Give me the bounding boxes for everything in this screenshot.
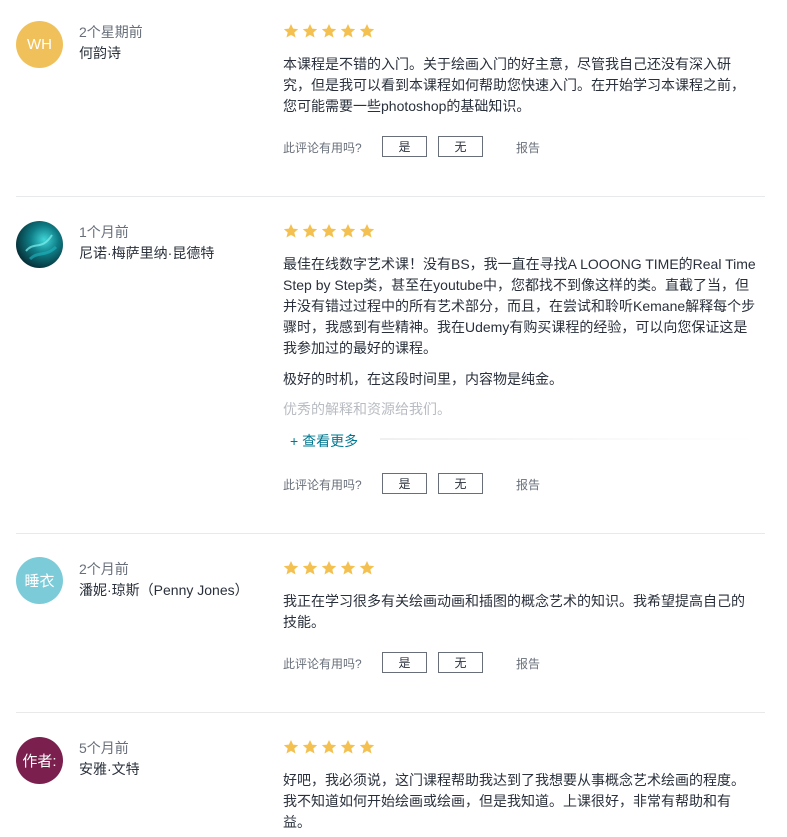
avatar[interactable] — [16, 221, 63, 268]
review-text: 最佳在线数字艺术课！没有BS，我一直在寻找A LOOONG TIME的Real … — [283, 254, 758, 420]
star-icon — [340, 561, 356, 575]
star-icon — [340, 224, 356, 238]
helpful-yes-button[interactable]: 是 — [382, 652, 427, 673]
star-icon — [359, 24, 375, 38]
divider — [16, 196, 765, 197]
helpful-no-button[interactable]: 无 — [438, 652, 483, 673]
helpful-no-button[interactable]: 无 — [438, 473, 483, 494]
review-time: 1个月前 — [79, 224, 129, 240]
star-rating — [283, 560, 375, 578]
star-icon — [321, 224, 337, 238]
star-icon — [302, 24, 318, 38]
avatar[interactable]: 作者: — [16, 737, 63, 784]
avatar-initials: 作者: — [22, 753, 57, 770]
star-rating — [283, 23, 375, 41]
review-paragraph: 最佳在线数字艺术课！没有BS，我一直在寻找A LOOONG TIME的Real … — [283, 256, 756, 356]
review-paragraph: 本课程是不错的入门。关于绘画入门的好主意，尽管我自己还没有深入研究，但是我可以看… — [283, 56, 745, 114]
fade-divider — [380, 438, 760, 440]
star-icon — [359, 740, 375, 754]
review-time: 5个月前 — [79, 740, 129, 756]
report-link[interactable]: 报告 — [516, 655, 540, 672]
review-time: 2个星期前 — [79, 24, 143, 40]
star-icon — [321, 24, 337, 38]
helpful-label: 此评论有用吗? — [283, 657, 362, 671]
review-paragraph: 我正在学习很多有关绘画动画和插图的概念艺术的知识。我希望提高自己的技能。 — [283, 593, 745, 630]
review-time: 2个月前 — [79, 561, 129, 577]
helpful-label: 此评论有用吗? — [283, 141, 362, 155]
star-icon — [302, 224, 318, 238]
review-paragraph-faded: 优秀的解释和资源给我们。 — [283, 401, 451, 417]
star-icon — [359, 561, 375, 575]
avatar-initials: WH — [27, 36, 52, 53]
avatar[interactable]: 睡衣 — [16, 557, 63, 604]
star-rating — [283, 739, 375, 757]
helpful-no-button[interactable]: 无 — [438, 136, 483, 157]
reviewer-name: 何韵诗 — [79, 45, 121, 61]
avatar-initials: 睡衣 — [24, 573, 55, 590]
helpful-yes-button[interactable]: 是 — [382, 473, 427, 494]
see-more-link[interactable]: + 查看更多 — [290, 431, 358, 451]
divider — [16, 533, 765, 534]
review-paragraph: 好吧，我必须说，这门课程帮助我达到了我想要从事概念艺术绘画的程度。我不知道如何开… — [283, 772, 745, 830]
star-icon — [283, 740, 299, 754]
star-icon — [340, 740, 356, 754]
review-text: 本课程是不错的入门。关于绘画入门的好主意，尽管我自己还没有深入研究，但是我可以看… — [283, 54, 758, 117]
reviewer-name: 安雅·文特 — [79, 761, 140, 777]
star-icon — [283, 24, 299, 38]
star-icon — [283, 561, 299, 575]
helpful-yes-button[interactable]: 是 — [382, 136, 427, 157]
review-text: 好吧，我必须说，这门课程帮助我达到了我想要从事概念艺术绘画的程度。我不知道如何开… — [283, 770, 758, 833]
review-paragraph: 极好的时机，在这段时间里，内容物是纯金。 — [283, 371, 563, 387]
reviewer-name: 潘妮·琼斯（Penny Jones） — [79, 582, 249, 598]
avatar-image — [25, 234, 58, 261]
star-icon — [359, 224, 375, 238]
helpful-label: 此评论有用吗? — [283, 478, 362, 492]
star-icon — [302, 561, 318, 575]
star-icon — [321, 740, 337, 754]
star-rating — [283, 223, 375, 241]
report-link[interactable]: 报告 — [516, 139, 540, 156]
review-text: 我正在学习很多有关绘画动画和插图的概念艺术的知识。我希望提高自己的技能。 — [283, 591, 758, 633]
report-link[interactable]: 报告 — [516, 476, 540, 493]
star-icon — [321, 561, 337, 575]
star-icon — [302, 740, 318, 754]
star-icon — [340, 24, 356, 38]
reviewer-name: 尼诺·梅萨里纳·昆德特 — [79, 245, 215, 261]
avatar[interactable]: WH — [16, 21, 63, 68]
divider — [16, 712, 765, 713]
star-icon — [283, 224, 299, 238]
